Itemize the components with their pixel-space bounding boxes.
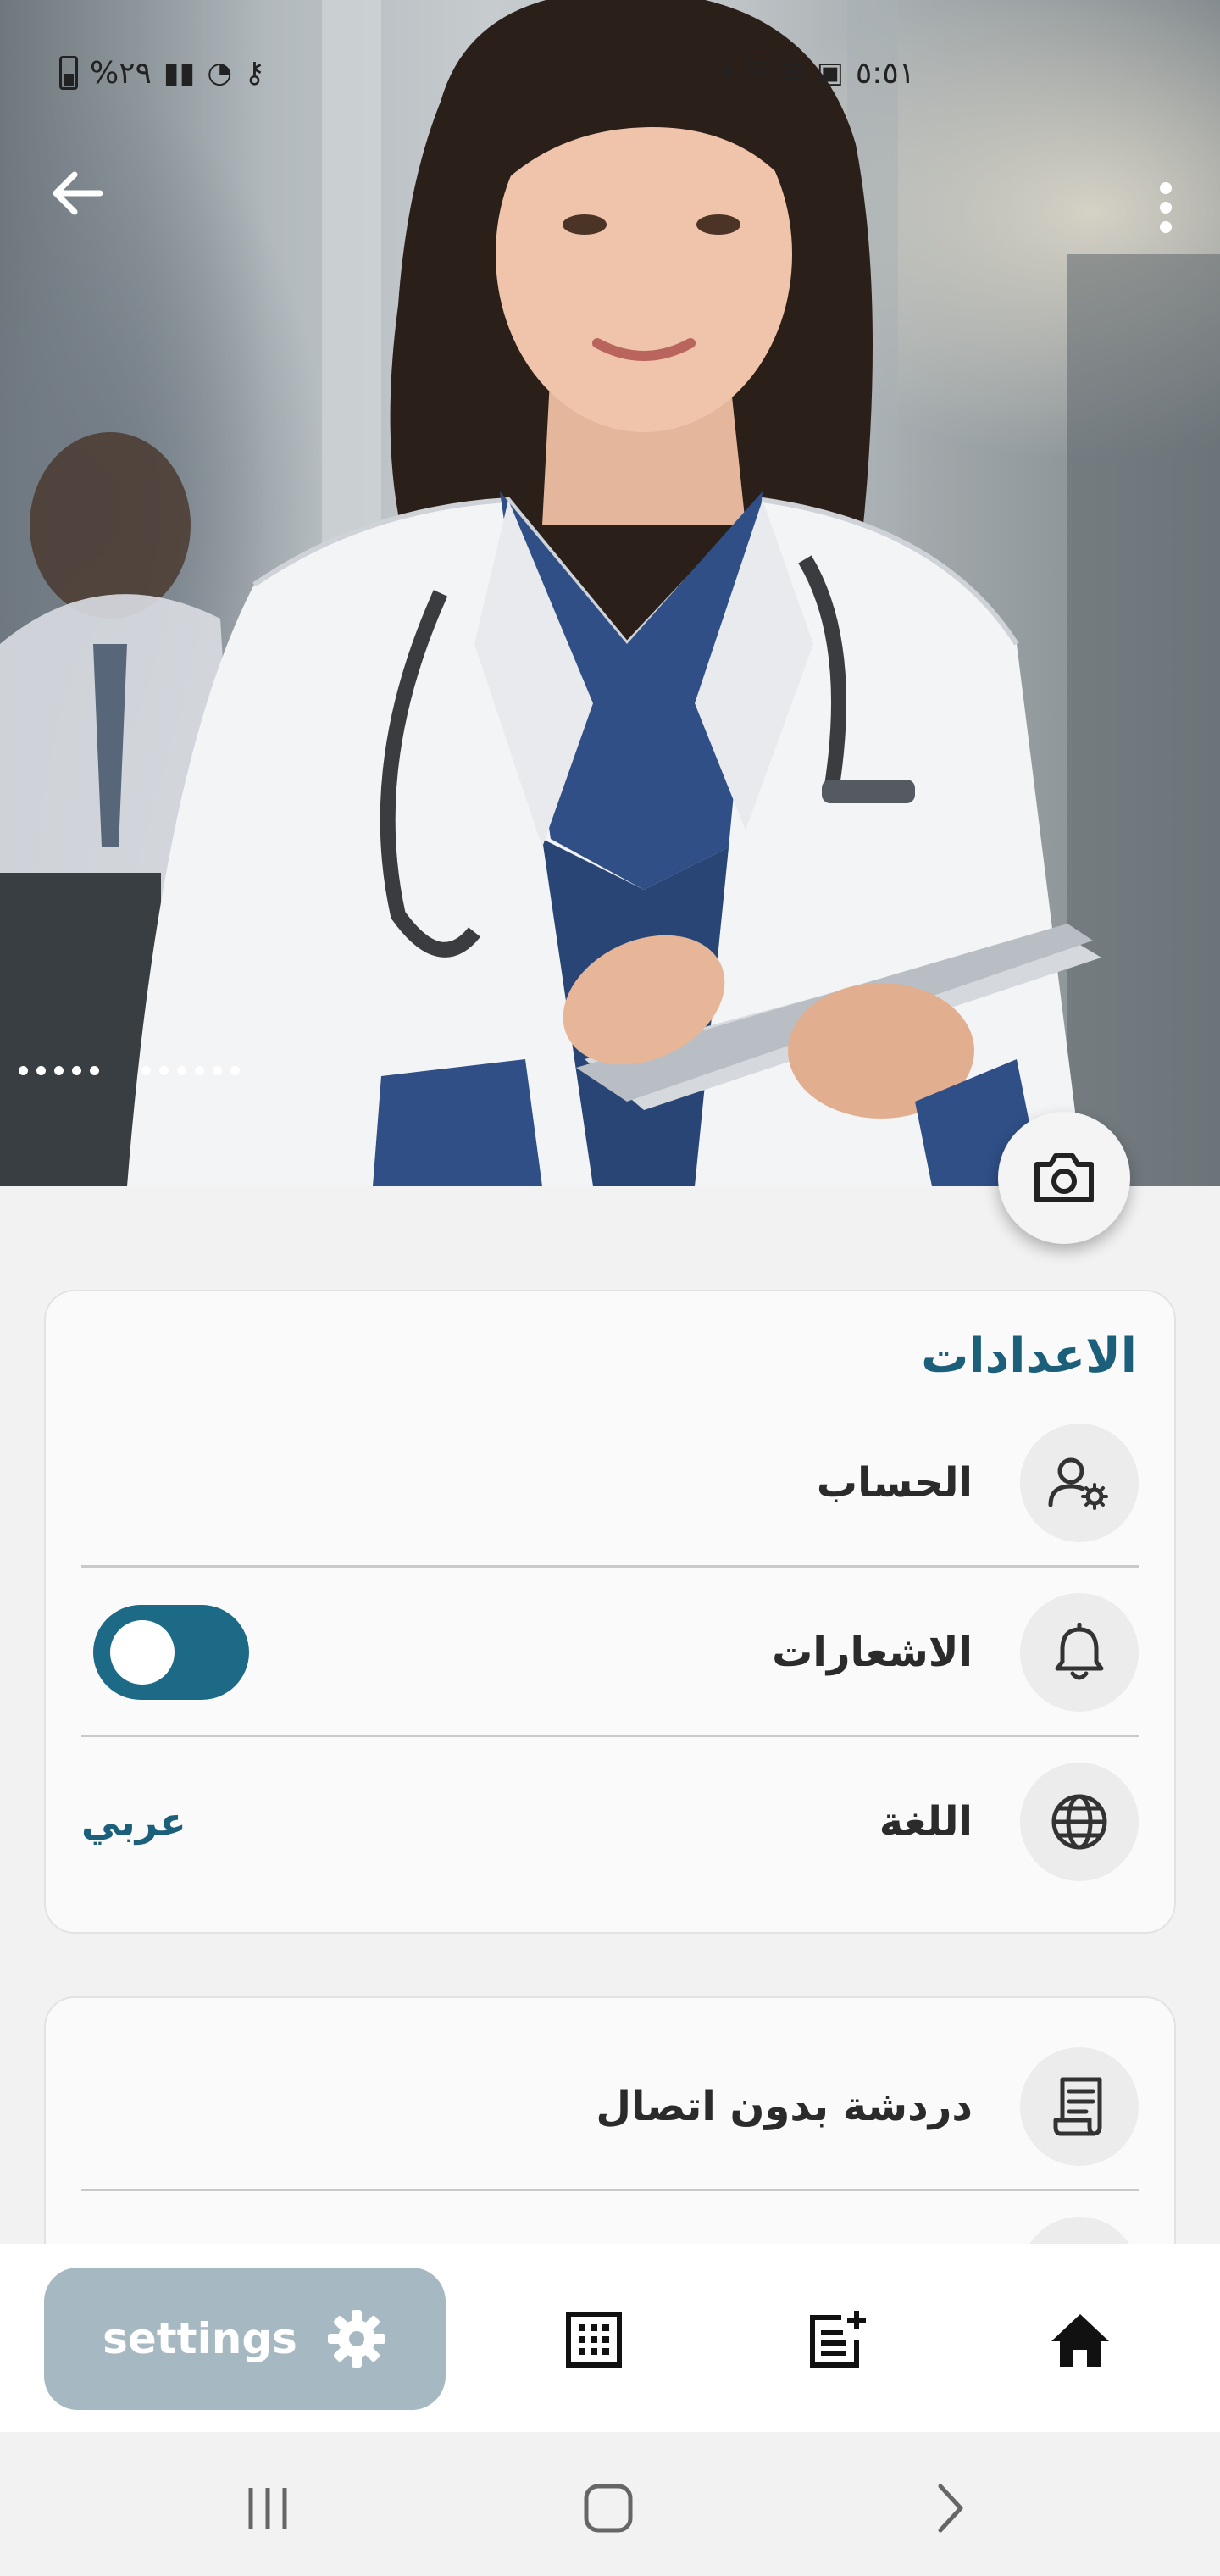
offline-chat-icon-circle: [1020, 2047, 1139, 2166]
nav-home-tab[interactable]: [1034, 2293, 1127, 2386]
carousel-dot: [159, 1066, 169, 1075]
back-arrow-icon: [53, 171, 103, 215]
status-time: ٥:٥١: [855, 55, 915, 91]
carousel-dot: [141, 1066, 151, 1075]
settings-row-language[interactable]: اللغة عربي: [81, 1737, 1139, 1907]
vpn-key-icon: ⚷: [243, 56, 265, 90]
carousel-dot: [177, 1066, 186, 1075]
more-dot-icon: [1160, 221, 1172, 233]
doctor-photo: [0, 0, 1220, 1186]
add-note-icon: [810, 2311, 866, 2368]
home-icon: [1051, 2314, 1109, 2367]
notifications-icon-circle: [1020, 1593, 1139, 1712]
chevron-right-icon: [938, 2484, 963, 2533]
notifications-label: الاشعارات: [772, 1629, 973, 1676]
dot-icon: •: [718, 56, 735, 90]
settings-gear-icon: [327, 2310, 385, 2368]
account-label: الحساب: [816, 1459, 973, 1507]
nav-settings-tab[interactable]: settings: [44, 2268, 446, 2410]
status-bar: %٢٩ ▮▮ ◔ ⚷ • ⛨ ✉ ▣ ٥:٥١: [59, 47, 915, 98]
settings-card: الاعدادات الحساب الاشعارات اللغة عربي: [44, 1290, 1176, 1934]
nav-grid-tab[interactable]: [547, 2293, 640, 2386]
language-icon-circle: [1020, 1763, 1139, 1881]
mail-icon: ✉: [780, 56, 805, 90]
back-system-button[interactable]: [900, 2466, 1001, 2551]
system-navigation-bar: [0, 2432, 1220, 2576]
carousel-dot: [54, 1066, 64, 1075]
settings-row-notifications: الاشعارات: [81, 1568, 1139, 1737]
more-dot-icon: [1160, 202, 1172, 214]
bell-icon: [1055, 1623, 1104, 1680]
shield-icon: ⛨: [746, 56, 769, 90]
carousel-dot: [230, 1066, 240, 1075]
carousel-indicator: [19, 1066, 240, 1075]
nav-add-note-tab[interactable]: [791, 2293, 884, 2386]
status-right: • ⛨ ✉ ▣ ٥:٥١: [718, 56, 915, 91]
carousel-dot: [19, 1066, 28, 1075]
screen: %٢٩ ▮▮ ◔ ⚷ • ⛨ ✉ ▣ ٥:٥١ الاعدادات الحساب…: [0, 0, 1220, 2576]
nav-settings-label: settings: [103, 2314, 297, 2363]
home-square-icon: [584, 2484, 633, 2533]
battery-icon: [59, 56, 78, 90]
home-system-button[interactable]: [557, 2466, 659, 2551]
offline-chat-label: دردشة بدون اتصال: [596, 2083, 973, 2130]
profile-hero-image: %٢٩ ▮▮ ◔ ⚷ • ⛨ ✉ ▣ ٥:٥١: [0, 0, 1220, 1186]
bottom-navigation: settings: [0, 2244, 1220, 2432]
camera-icon: [1034, 1153, 1094, 1202]
globe-icon: [1051, 1794, 1107, 1850]
receipt-icon: [1053, 2077, 1102, 2136]
back-button[interactable]: [49, 169, 125, 246]
notifications-toggle[interactable]: [93, 1605, 249, 1700]
recent-apps-button[interactable]: [217, 2466, 319, 2551]
wifi-icon: ◔: [207, 56, 232, 90]
signal-icon: ▮▮: [163, 56, 196, 90]
carousel-dot: [195, 1066, 204, 1075]
carousel-dot: [213, 1066, 222, 1075]
change-photo-button[interactable]: [998, 1112, 1130, 1244]
more-dot-icon: [1160, 182, 1172, 194]
offline-chat-row[interactable]: دردشة بدون اتصال: [81, 2022, 1139, 2191]
carousel-dot: [36, 1066, 46, 1075]
more-options-button[interactable]: [1132, 169, 1200, 246]
battery-percent: %٢٩: [90, 55, 152, 91]
language-value[interactable]: عربي: [81, 1799, 186, 1845]
settings-title: الاعدادات: [921, 1329, 1137, 1384]
grid-icon: [566, 2312, 622, 2368]
status-left: %٢٩ ▮▮ ◔ ⚷: [59, 56, 265, 91]
language-label: اللغة: [879, 1798, 973, 1846]
toggle-knob: [110, 1620, 175, 1685]
carousel-dot: [90, 1066, 99, 1075]
image-icon: ▣: [816, 56, 844, 90]
recent-apps-icon: [248, 2488, 287, 2529]
carousel-dot: [72, 1066, 81, 1075]
account-icon-circle: [1020, 1424, 1139, 1542]
account-settings-icon: [1048, 1457, 1108, 1510]
settings-row-account[interactable]: الحساب: [81, 1398, 1139, 1568]
